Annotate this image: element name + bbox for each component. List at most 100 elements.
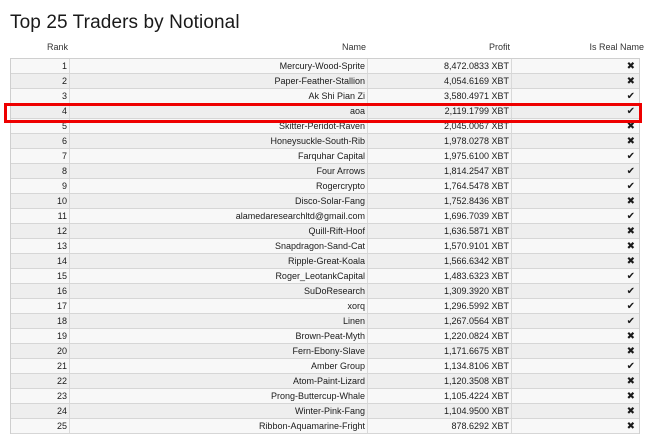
cell-rank-text: 20 bbox=[56, 346, 67, 356]
cell-name: SuDoResearch bbox=[71, 284, 368, 298]
header-profit[interactable]: Profit bbox=[370, 42, 510, 52]
cell-profit: 1,171.6675 XBT bbox=[369, 344, 512, 358]
cell-name-text: Linen bbox=[342, 316, 365, 326]
cell-is-real-name: ✔ bbox=[513, 164, 639, 178]
table-row: 22 Atom-Paint-Lizard 1,120.3508 XBT ✖ bbox=[11, 374, 639, 389]
cell-rank: 15 bbox=[11, 269, 70, 283]
cell-is-real-name: ✔ bbox=[513, 269, 639, 283]
table-row: 4 aoa 2,119.1799 XBT ✔ bbox=[11, 104, 639, 119]
cross-icon: ✖ bbox=[626, 136, 635, 147]
check-icon: ✔ bbox=[626, 361, 635, 372]
cell-profit-text: 4,054.6169 XBT bbox=[443, 76, 509, 86]
cell-profit-text: 1,105.4224 XBT bbox=[443, 391, 509, 401]
table-row: 1 Mercury-Wood-Sprite 8,472.0833 XBT ✖ bbox=[11, 59, 639, 74]
table-row: 19 Brown-Peat-Myth 1,220.0824 XBT ✖ bbox=[11, 329, 639, 344]
cell-profit: 8,472.0833 XBT bbox=[369, 59, 512, 73]
cell-profit: 1,134.8106 XBT bbox=[369, 359, 512, 373]
cell-is-real-name: ✖ bbox=[513, 374, 639, 388]
cell-profit-text: 1,566.6342 XBT bbox=[443, 256, 509, 266]
table-row: 8 Four Arrows 1,814.2547 XBT ✔ bbox=[11, 164, 639, 179]
cell-profit: 1,752.8436 XBT bbox=[369, 194, 512, 208]
cell-is-real-name: ✖ bbox=[513, 419, 639, 433]
cell-profit-text: 3,580.4971 XBT bbox=[443, 91, 509, 101]
cell-rank-text: 21 bbox=[56, 361, 67, 371]
cell-rank-text: 6 bbox=[61, 136, 67, 146]
cell-rank: 18 bbox=[11, 314, 70, 328]
cell-rank: 7 bbox=[11, 149, 70, 163]
cell-name: Quill-Rift-Hoof bbox=[71, 224, 368, 238]
cell-is-real-name: ✖ bbox=[513, 254, 639, 268]
cell-name-text: Disco-Solar-Fang bbox=[294, 196, 365, 206]
cell-rank: 4 bbox=[11, 104, 70, 118]
cell-name-text: Farquhar Capital bbox=[297, 151, 365, 161]
cell-profit-text: 1,764.5478 XBT bbox=[443, 181, 509, 191]
table-row: 16 SuDoResearch 1,309.3920 XBT ✔ bbox=[11, 284, 639, 299]
cell-is-real-name: ✖ bbox=[513, 344, 639, 358]
cell-profit-text: 1,570.9101 XBT bbox=[443, 241, 509, 251]
header-is-real-name[interactable]: Is Real Name bbox=[514, 42, 644, 52]
cell-rank-text: 19 bbox=[56, 331, 67, 341]
header-name[interactable]: Name bbox=[72, 42, 366, 52]
table-row: 24 Winter-Pink-Fang 1,104.9500 XBT ✖ bbox=[11, 404, 639, 419]
cell-rank-text: 13 bbox=[56, 241, 67, 251]
cell-name: Brown-Peat-Myth bbox=[71, 329, 368, 343]
cell-rank-text: 8 bbox=[61, 166, 67, 176]
cell-rank-text: 23 bbox=[56, 391, 67, 401]
cell-profit-text: 1,696.7039 XBT bbox=[443, 211, 509, 221]
cell-is-real-name: ✖ bbox=[513, 74, 639, 88]
cell-rank-text: 3 bbox=[61, 91, 67, 101]
cell-name-text: alamedaresearchltd@gmail.com bbox=[235, 211, 365, 221]
cell-rank: 19 bbox=[11, 329, 70, 343]
cell-rank: 17 bbox=[11, 299, 70, 313]
cell-profit-text: 1,636.5871 XBT bbox=[443, 226, 509, 236]
cell-is-real-name: ✖ bbox=[513, 329, 639, 343]
table-row: 25 Ribbon-Aquamarine-Fright 878.6292 XBT ✖ bbox=[11, 419, 639, 434]
cell-name: Ak Shi Pian Zi bbox=[71, 89, 368, 103]
check-icon: ✔ bbox=[626, 316, 635, 327]
cross-icon: ✖ bbox=[626, 121, 635, 132]
cell-profit: 1,267.0564 XBT bbox=[369, 314, 512, 328]
cell-profit-text: 2,045.0067 XBT bbox=[443, 121, 509, 131]
cell-rank-text: 15 bbox=[56, 271, 67, 281]
table-row: 3 Ak Shi Pian Zi 3,580.4971 XBT ✔ bbox=[11, 89, 639, 104]
cell-name-text: Prong-Buttercup-Whale bbox=[270, 391, 365, 401]
cell-profit-text: 1,483.6323 XBT bbox=[443, 271, 509, 281]
cell-rank: 22 bbox=[11, 374, 70, 388]
cell-rank: 6 bbox=[11, 134, 70, 148]
cell-profit-text: 1,975.6100 XBT bbox=[443, 151, 509, 161]
header-rank[interactable]: Rank bbox=[10, 42, 68, 52]
cell-name: Rogercrypto bbox=[71, 179, 368, 193]
cell-profit-text: 1,267.0564 XBT bbox=[443, 316, 509, 326]
cell-rank: 12 bbox=[11, 224, 70, 238]
cell-is-real-name: ✔ bbox=[513, 359, 639, 373]
check-icon: ✔ bbox=[626, 286, 635, 297]
table-row: 7 Farquhar Capital 1,975.6100 XBT ✔ bbox=[11, 149, 639, 164]
cross-icon: ✖ bbox=[626, 61, 635, 72]
cell-is-real-name: ✔ bbox=[513, 89, 639, 103]
cell-name: Atom-Paint-Lizard bbox=[71, 374, 368, 388]
check-icon: ✔ bbox=[626, 166, 635, 177]
cell-rank-text: 25 bbox=[56, 421, 67, 431]
cell-rank-text: 1 bbox=[61, 61, 67, 71]
cell-rank: 5 bbox=[11, 119, 70, 133]
table-row: 6 Honeysuckle-South-Rib 1,978.0278 XBT ✖ bbox=[11, 134, 639, 149]
cell-rank-text: 14 bbox=[56, 256, 67, 266]
cell-is-real-name: ✔ bbox=[513, 284, 639, 298]
cell-profit: 1,570.9101 XBT bbox=[369, 239, 512, 253]
cell-profit: 1,104.9500 XBT bbox=[369, 404, 512, 418]
table-row: 10 Disco-Solar-Fang 1,752.8436 XBT ✖ bbox=[11, 194, 639, 209]
table-row: 21 Amber Group 1,134.8106 XBT ✔ bbox=[11, 359, 639, 374]
check-icon: ✔ bbox=[626, 91, 635, 102]
cell-rank-text: 22 bbox=[56, 376, 67, 386]
cell-profit: 878.6292 XBT bbox=[369, 419, 512, 433]
cell-name: Snapdragon-Sand-Cat bbox=[71, 239, 368, 253]
cell-name: Paper-Feather-Stallion bbox=[71, 74, 368, 88]
cell-rank: 3 bbox=[11, 89, 70, 103]
cell-name-text: Amber Group bbox=[310, 361, 365, 371]
cell-name-text: Winter-Pink-Fang bbox=[294, 406, 365, 416]
cell-name-text: Brown-Peat-Myth bbox=[295, 331, 365, 341]
cell-profit: 1,975.6100 XBT bbox=[369, 149, 512, 163]
table-row: 20 Fern-Ebony-Slave 1,171.6675 XBT ✖ bbox=[11, 344, 639, 359]
cell-rank-text: 12 bbox=[56, 226, 67, 236]
cell-profit: 1,566.6342 XBT bbox=[369, 254, 512, 268]
